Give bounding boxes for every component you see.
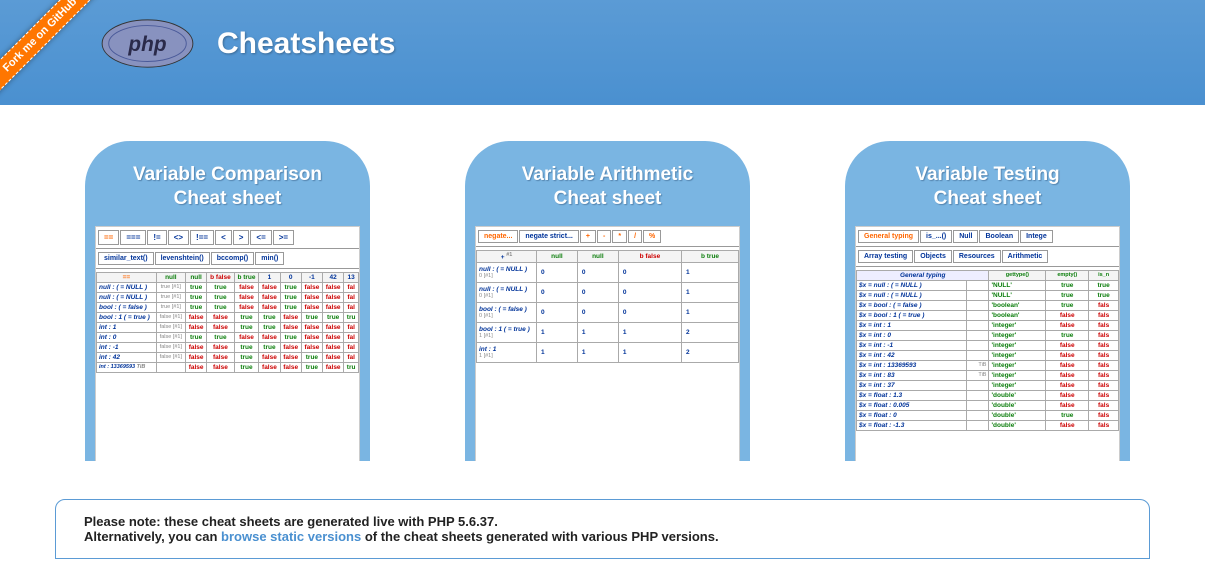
card-preview: General typingis_...()NullBooleanIntege … bbox=[855, 226, 1120, 462]
card-title: Variable ArithmeticCheat sheet bbox=[465, 163, 750, 211]
note-box: Please note: these cheat sheets are gene… bbox=[55, 499, 1150, 559]
page-header: php Cheatsheets bbox=[0, 0, 1205, 105]
fork-on-github-ribbon[interactable]: Fork me on GitHub bbox=[0, 0, 110, 110]
note-line2: Alternatively, you can browse static ver… bbox=[84, 529, 719, 544]
browse-static-link[interactable]: browse static versions bbox=[221, 529, 361, 544]
card-arithmetic[interactable]: Variable ArithmeticCheat sheet negate...… bbox=[465, 141, 750, 461]
php-logo-icon: php bbox=[100, 18, 195, 70]
card-testing[interactable]: Variable TestingCheat sheet General typi… bbox=[845, 141, 1130, 461]
page-title: Cheatsheets bbox=[217, 27, 395, 61]
cards-row: Variable ComparisonCheat sheet =====!=<>… bbox=[0, 105, 1205, 461]
fork-ribbon-label: Fork me on GitHub bbox=[0, 0, 104, 99]
note-line1: Please note: these cheat sheets are gene… bbox=[84, 514, 498, 529]
card-title: Variable TestingCheat sheet bbox=[845, 163, 1130, 211]
card-comparison[interactable]: Variable ComparisonCheat sheet =====!=<>… bbox=[85, 141, 370, 461]
card-preview: negate...negate strict...+-*/% + #1nulln… bbox=[475, 226, 740, 462]
card-title: Variable ComparisonCheat sheet bbox=[85, 163, 370, 211]
svg-text:php: php bbox=[127, 33, 166, 56]
card-preview: =====!=<>!==<><=>= similar_text()levensh… bbox=[95, 226, 360, 462]
